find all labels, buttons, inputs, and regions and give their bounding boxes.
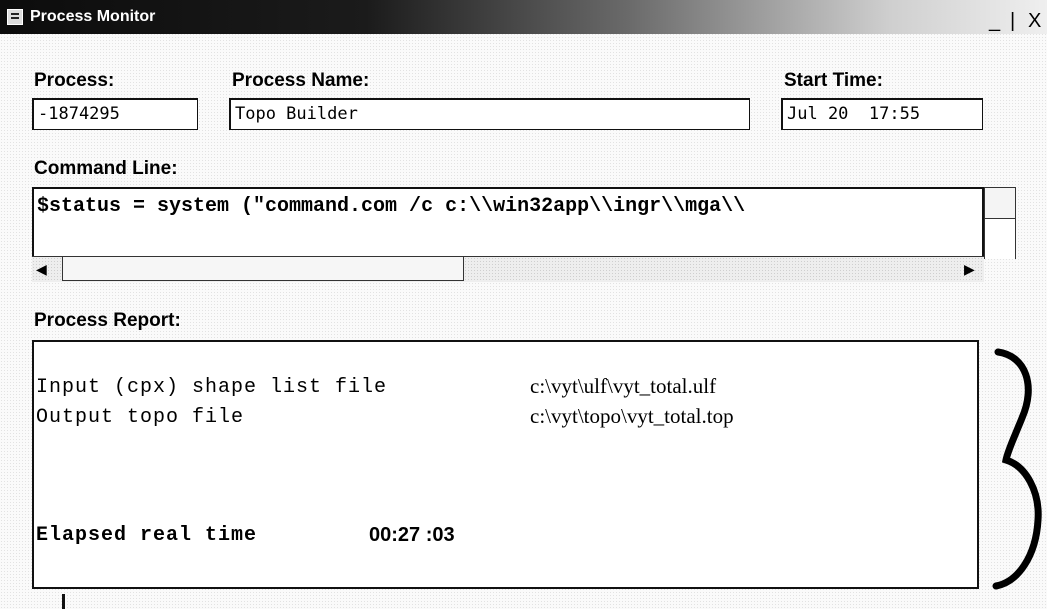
horizontal-scroll-thumb[interactable]: [62, 257, 464, 281]
start-time-label: Start Time:: [784, 70, 883, 91]
vertical-scroll-thumb[interactable]: [985, 218, 1015, 259]
process-id-field[interactable]: -1874295: [32, 98, 198, 130]
minimize-button[interactable]: _: [989, 11, 1000, 31]
process-report-panel[interactable]: Input (cpx) shape list file c:\vyt\ulf\v…: [32, 340, 979, 589]
command-line-text: $status = system ("command.com /c c:\\wi…: [37, 195, 746, 218]
title-bar[interactable]: Process Monitor _ | X: [0, 0, 1047, 34]
text-cursor: [62, 594, 65, 609]
process-name-label: Process Name:: [232, 70, 370, 91]
report-line-value: c:\vyt\topo\vyt_total.top: [530, 404, 734, 428]
window-title: Process Monitor: [30, 8, 156, 25]
maximize-button[interactable]: |: [1010, 11, 1015, 31]
elapsed-time-value: 00:27 :03: [369, 524, 455, 546]
process-name-value: Topo Builder: [235, 104, 358, 124]
elapsed-time-label: Elapsed real time: [36, 524, 258, 547]
scroll-right-arrow-icon[interactable]: ▶: [964, 259, 975, 279]
command-line-label: Command Line:: [34, 158, 178, 179]
process-name-field[interactable]: Topo Builder: [229, 98, 750, 130]
report-line-value: c:\vyt\ulf\vyt_total.ulf: [530, 374, 717, 398]
close-button[interactable]: X: [1028, 11, 1041, 31]
report-line-label: Output topo file: [36, 406, 245, 429]
window-menu-icon[interactable]: [7, 9, 23, 25]
process-label: Process:: [34, 70, 115, 91]
start-time-value: Jul 20 17:55: [787, 104, 921, 124]
command-vertical-scrollbar[interactable]: [984, 187, 1016, 259]
command-horizontal-scrollbar[interactable]: ◀ ▶: [32, 256, 984, 282]
report-line-label: Input (cpx) shape list file: [36, 376, 388, 399]
scroll-left-arrow-icon[interactable]: ◀: [36, 259, 47, 279]
process-id-value: -1874295: [38, 104, 120, 124]
process-report-label: Process Report:: [34, 310, 181, 331]
page-number-3-glyph: [992, 348, 1042, 590]
start-time-field[interactable]: Jul 20 17:55: [781, 98, 983, 130]
